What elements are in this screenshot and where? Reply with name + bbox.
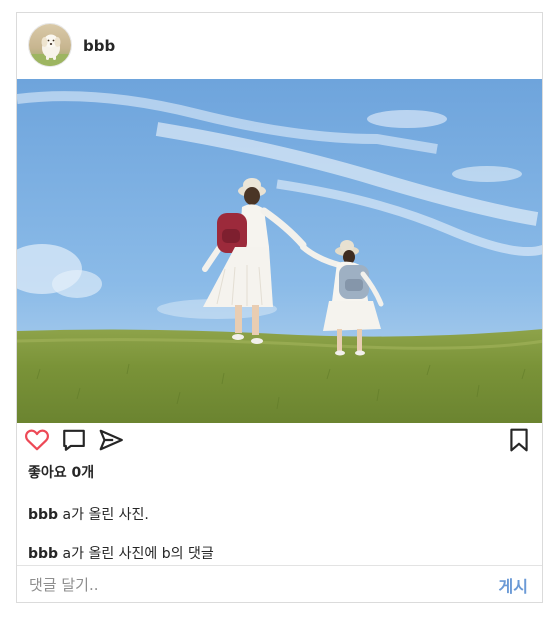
avatar[interactable] xyxy=(28,23,72,67)
post-header: bbb xyxy=(17,13,542,79)
send-icon[interactable] xyxy=(98,427,124,453)
photo-image xyxy=(17,79,542,423)
post-caption: bbb a가 올린 사진. xyxy=(28,506,149,524)
bookmark-icon[interactable] xyxy=(506,427,532,453)
post-photo xyxy=(17,79,542,423)
comment-icon[interactable] xyxy=(61,427,87,453)
post-actions xyxy=(17,427,542,455)
heart-icon[interactable] xyxy=(24,427,50,453)
post-comment-button[interactable]: 게시 xyxy=(499,573,528,597)
post-card: bbb 좋아요 0개 bbb a가 올린 사진. bbb a가 올린 사진에 b… xyxy=(16,12,543,603)
comment-text: a가 올린 사진에 b의 댓글 xyxy=(62,546,214,562)
like-count: 좋아요 0개 xyxy=(28,465,95,481)
caption-text: a가 올린 사진. xyxy=(62,507,149,523)
post-username[interactable]: bbb xyxy=(83,37,115,55)
comment-bar: 게시 xyxy=(17,565,542,602)
comment-input[interactable] xyxy=(29,574,449,596)
caption-username[interactable]: bbb xyxy=(28,507,58,523)
comment-item: bbb a가 올린 사진에 b의 댓글 xyxy=(28,545,214,563)
comment-username[interactable]: bbb xyxy=(28,546,58,562)
avatar-image xyxy=(29,24,71,66)
